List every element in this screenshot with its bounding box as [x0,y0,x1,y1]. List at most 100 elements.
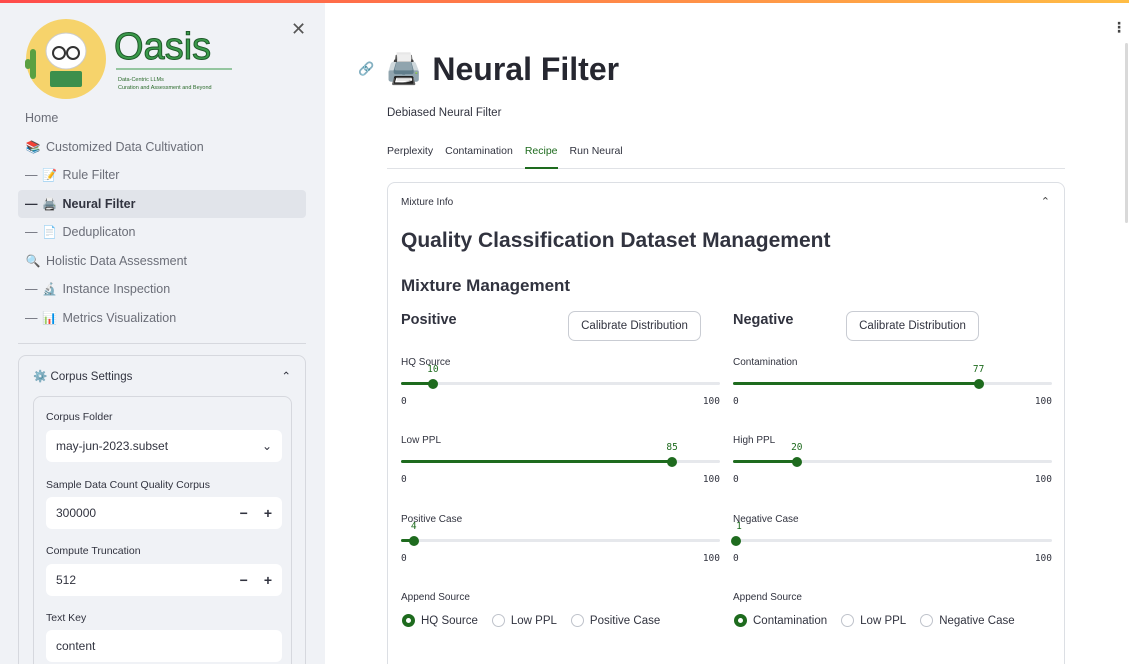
nav-label: Home [25,111,59,126]
radio-label: Positive Case [589,614,661,627]
radio-label: HQ Source [421,614,478,627]
chevron-up-icon[interactable]: ⌃ [1041,195,1050,208]
sidebar-item-home[interactable]: Home [18,104,306,133]
slider-negative-case[interactable]: 1 0 100 [731,516,1052,564]
radio-positive-case[interactable]: Positive Case [570,614,661,627]
printer-icon: 🖨️ [42,196,57,211]
radio-circle [734,614,747,627]
text-key-value: content [56,639,96,653]
slider-min: 0 [401,474,407,485]
main-menu-button[interactable]: ⋮ [1112,19,1126,36]
slider-value: 85 [666,442,678,453]
slider-track[interactable] [401,539,720,542]
radio-label: Negative Case [939,614,1015,627]
sidebar-item-rule-filter[interactable]: — 📝 Rule Filter [18,161,306,190]
slider-thumb[interactable] [667,456,678,467]
nav-dash: — [25,225,38,240]
slider-positive-case[interactable]: 4 0 100 [401,516,720,564]
slider-hq-source[interactable]: 10 0 100 [401,359,720,407]
scrollbar[interactable] [1125,43,1128,223]
sidebar-item-holistic-data-assessment[interactable]: 🔍 Holistic Data Assessment [18,247,306,276]
slider-thumb[interactable] [973,378,984,389]
subsection-heading: Mixture Management [401,276,571,295]
sidebar-item-customized-data-cultivation[interactable]: 📚 Customized Data Cultivation [18,133,306,162]
tab-recipe[interactable]: Recipe [524,143,558,169]
tab-perplexity[interactable]: Perplexity [387,143,433,169]
nav-label: Deduplicaton [62,225,136,240]
append-source-label: Append Source [401,592,470,603]
tab-contamination[interactable]: Contamination [445,143,513,169]
sidebar-item-neural-filter[interactable]: — 🖨️ Neural Filter [18,189,306,218]
slider-value: 1 [736,521,742,532]
calibrate-positive-button[interactable]: Calibrate Distribution [568,311,701,341]
slider-max: 100 [1034,474,1052,485]
nav-dash: — [25,196,38,211]
append-source-radio-right: Contamination Low PPL Negative Case [734,614,1015,627]
append-source-label: Append Source [733,592,802,603]
slider-track[interactable] [733,539,1052,542]
increment-button[interactable]: + [264,505,272,521]
slider-max: 100 [702,474,720,485]
decrement-button[interactable]: − [240,505,248,521]
tab-run-neural[interactable]: Run Neural [570,143,623,169]
link-icon[interactable]: 🔗 [358,61,374,77]
corpus-folder-select[interactable]: may-jun-2023.subset ⌄ [46,430,282,462]
printer-icon: 🖨️ [385,53,423,86]
oasis-logo: Oasis Data-Centric LLMs Curation and Ass… [25,19,232,99]
slider-value: 4 [410,521,417,532]
nav-dash: — [25,310,38,325]
radio-low-ppl[interactable]: Low PPL [841,614,906,627]
calibrate-negative-button[interactable]: Calibrate Distribution [846,311,979,341]
radio-circle [841,614,855,627]
decrement-button[interactable]: − [240,572,248,588]
radio-low-ppl[interactable]: Low PPL [491,614,557,627]
slider-thumb[interactable] [427,378,438,389]
slider-thumb[interactable] [731,535,742,546]
sidebar-item-deduplicaton[interactable]: — 📄 Deduplicaton [18,218,306,247]
radio-label: Low PPL [860,614,907,627]
gear-icon: ⚙️ [33,371,48,383]
slider-high-ppl[interactable]: 20 0 100 [733,437,1052,485]
slider-min: 0 [401,553,407,564]
page-title: 🖨️ Neural Filter [385,51,619,88]
corpus-settings-title: Corpus Settings [50,371,133,383]
books-icon: 📚 [25,139,41,154]
corpus-settings-header[interactable]: ⚙️ Corpus Settings ⌃ [19,356,305,396]
slider-min: 0 [733,553,739,564]
nav-dash: — [25,168,38,183]
slider-low-ppl[interactable]: 85 0 100 [401,437,720,485]
slider-thumb[interactable] [408,535,419,546]
chevron-up-icon: ⌃ [281,371,291,383]
slider-min: 0 [733,474,739,485]
svg-text:Oasis: Oasis [114,26,211,68]
sample-count-input[interactable]: 300000 − + [46,497,282,529]
positive-heading: Positive [401,312,457,328]
slider-max: 100 [1034,553,1052,564]
increment-button[interactable]: + [264,572,272,588]
slider-min: 0 [401,396,407,407]
bar-chart-icon: 📊 [42,310,57,325]
radio-circle [402,614,415,627]
close-sidebar-button[interactable]: ✕ [291,19,306,40]
nav-label: Metrics Visualization [62,310,177,325]
mixture-info-header[interactable]: Mixture Info [401,197,453,208]
section-heading: Quality Classification Dataset Managemen… [401,229,831,252]
compute-truncation-input[interactable]: 512 − + [46,564,282,596]
radio-hq-source[interactable]: HQ Source [402,614,478,627]
slider-thumb[interactable] [791,456,802,467]
text-key-input[interactable]: content [46,630,282,662]
slider-max: 100 [1034,396,1052,407]
slider-value: 10 [427,364,439,375]
sidebar-item-metrics-visualization[interactable]: — 📊 Metrics Visualization [18,304,306,333]
slider-track[interactable] [401,382,720,385]
radio-contamination[interactable]: Contamination [734,614,827,627]
slider-contamination[interactable]: 77 0 100 [733,359,1052,407]
compute-truncation-label: Compute Truncation [46,545,141,557]
nav-dash: — [25,282,38,297]
slider-value: 20 [791,442,803,453]
radio-negative-case[interactable]: Negative Case [920,614,1015,627]
nav-label: Neural Filter [62,196,136,211]
sidebar-item-instance-inspection[interactable]: — 🔬 Instance Inspection [18,275,306,304]
memo-icon: 📝 [42,168,57,183]
sample-count-value: 300000 [56,506,97,520]
